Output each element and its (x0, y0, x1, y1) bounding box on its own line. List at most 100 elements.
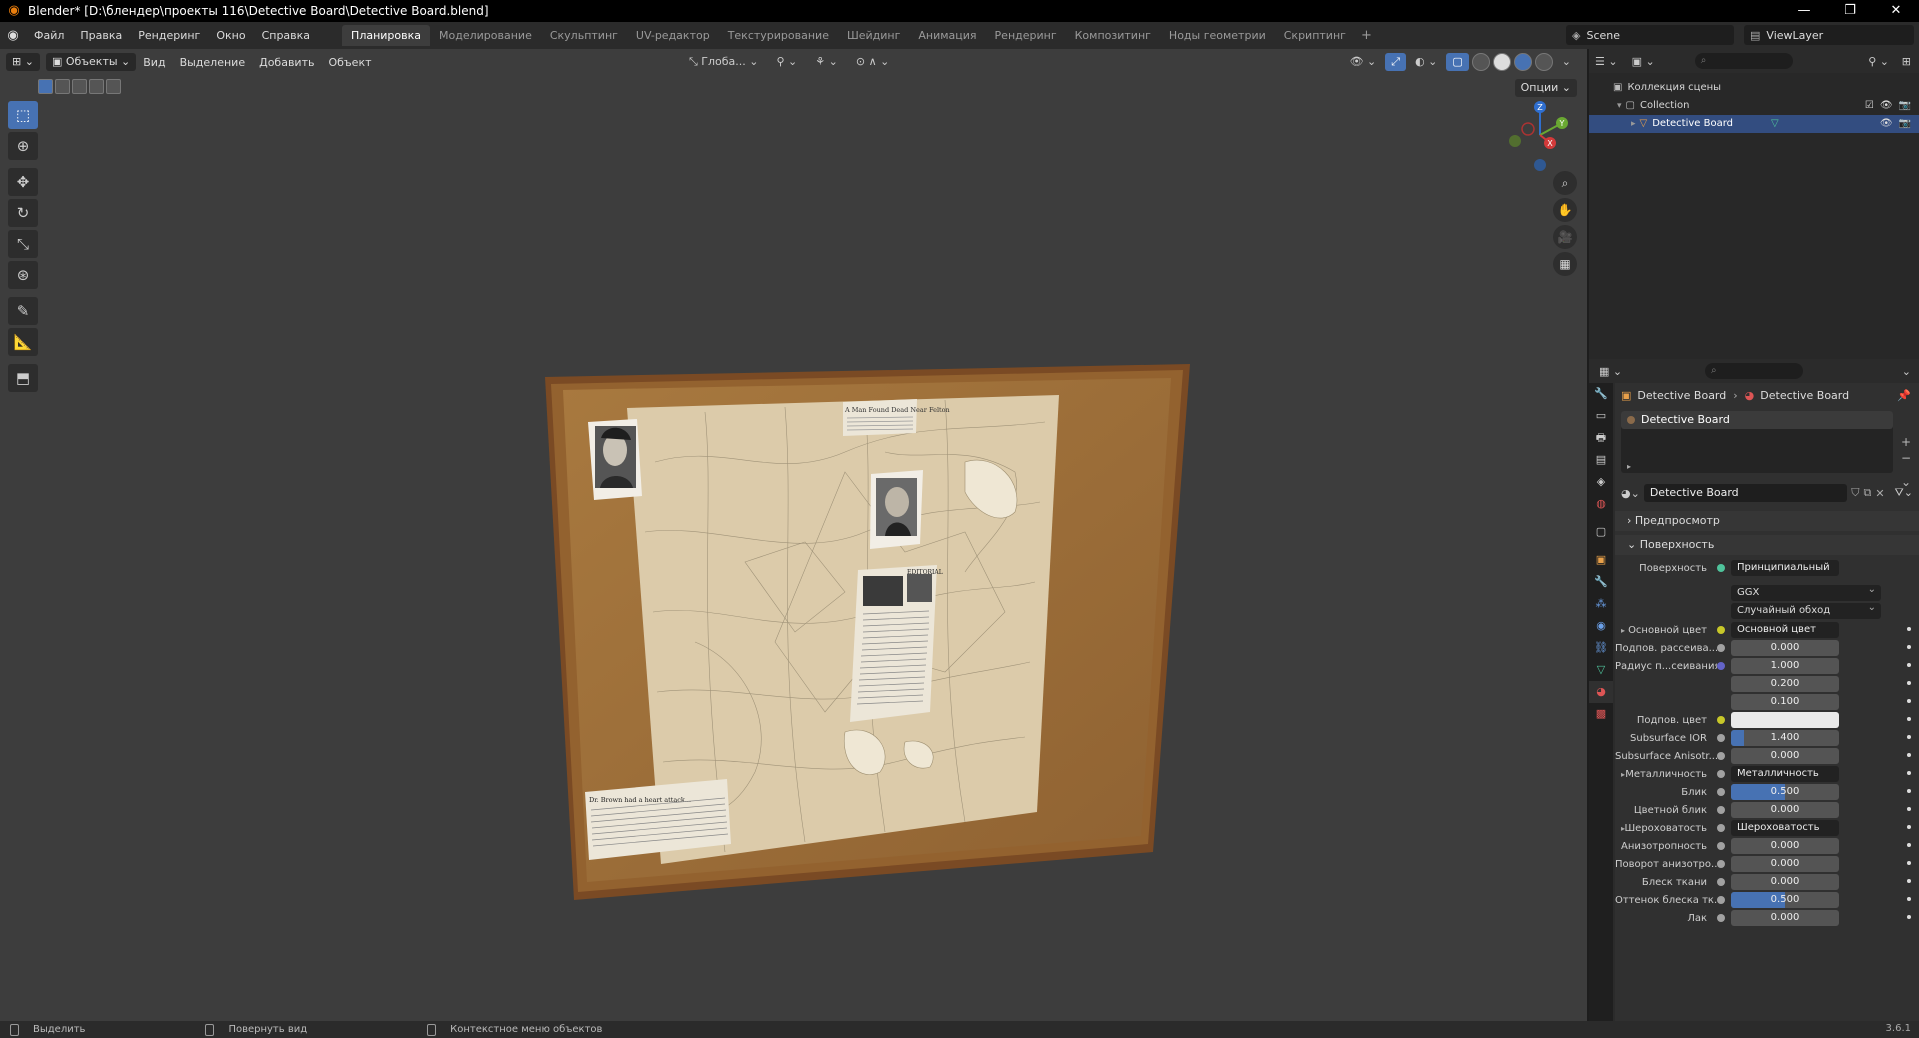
input-socket-icon[interactable] (1717, 770, 1725, 778)
keyframe-dot-icon[interactable] (1907, 915, 1911, 919)
keyframe-dot-icon[interactable] (1907, 807, 1911, 811)
menu-help[interactable]: Справка (254, 22, 318, 49)
tab-rendering[interactable]: Рендеринг (986, 25, 1066, 46)
modifier-tab-icon[interactable]: 🔧 (1589, 571, 1613, 593)
editor-type-dropdown[interactable]: ⊞ ⌄ (6, 53, 40, 71)
input-socket-icon[interactable] (1717, 752, 1725, 760)
object-expand-icon[interactable]: ▸ (1631, 115, 1636, 133)
number-field[interactable]: 0.000 (1731, 802, 1839, 818)
outliner-collection[interactable]: ▾ ▢ Collection ☑ 👁 📷 (1589, 97, 1919, 115)
color-field[interactable] (1731, 712, 1839, 728)
shading-options-dropdown[interactable]: ⌄ (1556, 53, 1577, 71)
measure-tool-icon[interactable]: 📐 (8, 328, 38, 356)
expand-input-icon[interactable]: ▸ (1621, 824, 1625, 833)
keyframe-dot-icon[interactable] (1907, 897, 1911, 901)
tab-scripting[interactable]: Скриптинг (1275, 25, 1355, 46)
number-field[interactable]: 0.000 (1731, 910, 1839, 926)
xray-toggle-icon[interactable]: ▢ (1446, 53, 1469, 71)
interaction-mode-dropdown[interactable]: ▣ Объекты ⌄ (45, 53, 137, 71)
number-field[interactable]: 0.500 (1731, 784, 1839, 800)
keyframe-dot-icon[interactable] (1907, 789, 1911, 793)
blender-menu-icon[interactable]: ◉ (0, 28, 26, 43)
tab-uv-editing[interactable]: UV-редактор (627, 25, 719, 46)
select-extend-button[interactable] (55, 79, 70, 94)
slot-list-expand-icon[interactable]: ▸ (1627, 462, 1631, 471)
properties-search-input[interactable]: ⌕ (1705, 363, 1803, 379)
material-tab-icon[interactable]: ◕ (1589, 681, 1613, 703)
add-workspace-button[interactable]: + (1355, 28, 1378, 43)
outliner-search-input[interactable]: ⌕ (1694, 53, 1793, 69)
rendered-shading-button[interactable] (1534, 53, 1553, 71)
keyframe-dot-icon[interactable] (1907, 645, 1911, 649)
collection-camera-icon[interactable]: 📷 (1899, 97, 1911, 115)
new-collection-icon[interactable]: ⊞ (1902, 55, 1911, 68)
keyframe-dot-icon[interactable] (1907, 627, 1911, 631)
input-socket-icon[interactable] (1717, 716, 1725, 724)
subsurface-method-dropdown[interactable]: Случайный обход (1731, 600, 1881, 619)
collection-expand-icon[interactable]: ▾ (1617, 97, 1622, 115)
select-intersect-button[interactable] (106, 79, 121, 94)
tab-animation[interactable]: Анимация (909, 25, 985, 46)
menu-edit[interactable]: Правка (72, 22, 130, 49)
properties-editor-type-icon[interactable]: ▦ ⌄ (1599, 365, 1622, 378)
surface-shader-field[interactable]: Принципиальный BSDF (1731, 560, 1839, 576)
select-subtract-button[interactable] (72, 79, 87, 94)
fake-user-icon[interactable]: ⛉ (1851, 486, 1859, 500)
select-box-tool-icon[interactable]: ⬚ (8, 101, 38, 129)
shader-socket-icon[interactable] (1717, 564, 1725, 572)
number-field[interactable]: 0.000 (1731, 748, 1839, 764)
number-field[interactable]: 1.000 (1731, 658, 1839, 674)
texture-tab-icon[interactable]: ▩ (1589, 703, 1613, 725)
scene-selector[interactable]: ◈ Scene (1566, 25, 1734, 45)
panel-preview[interactable]: › Предпросмотр (1615, 511, 1919, 531)
snap-toggle[interactable]: ⚘ ⌄ (809, 53, 844, 71)
input-socket-icon[interactable] (1717, 626, 1725, 634)
menu-object[interactable]: Объект (321, 56, 378, 69)
duplicate-material-icon[interactable]: ⧉ (1863, 486, 1871, 500)
collection-tab-icon[interactable]: ▢ (1589, 521, 1613, 543)
world-tab-icon[interactable]: ◍ (1589, 493, 1613, 515)
select-invert-button[interactable] (89, 79, 104, 94)
panel-surface[interactable]: ⌄ Поверхность (1615, 535, 1919, 555)
gizmo-toggle-icon[interactable]: ⤢ (1385, 53, 1407, 71)
tab-texture-paint[interactable]: Текстурирование (719, 25, 838, 46)
distribution-dropdown[interactable]: GGX (1731, 582, 1881, 601)
pivot-dropdown[interactable]: ⚲ ⌄ (771, 53, 804, 71)
linked-input-field[interactable]: Шероховатость (1731, 820, 1839, 836)
proportional-edit-toggle[interactable]: ⊙ ∧ ⌄ (850, 53, 895, 71)
add-cube-tool-icon[interactable]: ⬒ (8, 364, 38, 392)
3d-viewport[interactable]: ⊞ ⌄ ▣ Объекты ⌄ Вид Выделение Добавить О… (0, 49, 1587, 1021)
properties-options-icon[interactable]: ⌄ (1902, 365, 1911, 378)
input-socket-icon[interactable] (1717, 878, 1725, 886)
perspective-toggle-icon[interactable]: ▦ (1553, 252, 1577, 276)
input-socket-icon[interactable] (1717, 842, 1725, 850)
expand-input-icon[interactable]: ▸ (1621, 626, 1625, 635)
expand-input-icon[interactable]: ▸ (1621, 770, 1625, 779)
material-browse-icon[interactable]: ◕⌄ (1621, 487, 1640, 500)
outliner-display-mode-icon[interactable]: ▣ ⌄ (1632, 55, 1655, 68)
keyframe-dot-icon[interactable] (1907, 771, 1911, 775)
particles-tab-icon[interactable]: ⁂ (1589, 593, 1613, 615)
overlay-toggle-icon[interactable]: ◐ ⌄ (1409, 53, 1443, 71)
number-field[interactable]: 1.400 (1731, 730, 1839, 746)
input-socket-icon[interactable] (1717, 824, 1725, 832)
number-field[interactable]: 0.200 (1731, 676, 1839, 692)
number-field[interactable]: 0.000 (1731, 874, 1839, 890)
select-new-button[interactable] (38, 79, 53, 94)
remove-slot-button[interactable]: − (1897, 451, 1915, 467)
pin-icon[interactable]: 📌 (1897, 389, 1911, 402)
menu-window[interactable]: Окно (208, 22, 253, 49)
input-socket-icon[interactable] (1717, 896, 1725, 904)
close-button[interactable]: ✕ (1873, 0, 1919, 22)
keyframe-dot-icon[interactable] (1907, 699, 1911, 703)
keyframe-dot-icon[interactable] (1907, 861, 1911, 865)
physics-tab-icon[interactable]: ◉ (1589, 615, 1613, 637)
add-slot-button[interactable]: + (1897, 435, 1915, 451)
number-field[interactable]: 0.000 (1731, 856, 1839, 872)
input-socket-icon[interactable] (1717, 806, 1725, 814)
menu-view[interactable]: Вид (136, 56, 172, 69)
navigation-gizmo[interactable]: Z Y X (1500, 93, 1580, 173)
number-field[interactable]: 0.000 (1731, 838, 1839, 854)
slot-specials-button[interactable]: ⌄ (1897, 475, 1915, 491)
solid-shading-button[interactable] (1492, 53, 1511, 71)
